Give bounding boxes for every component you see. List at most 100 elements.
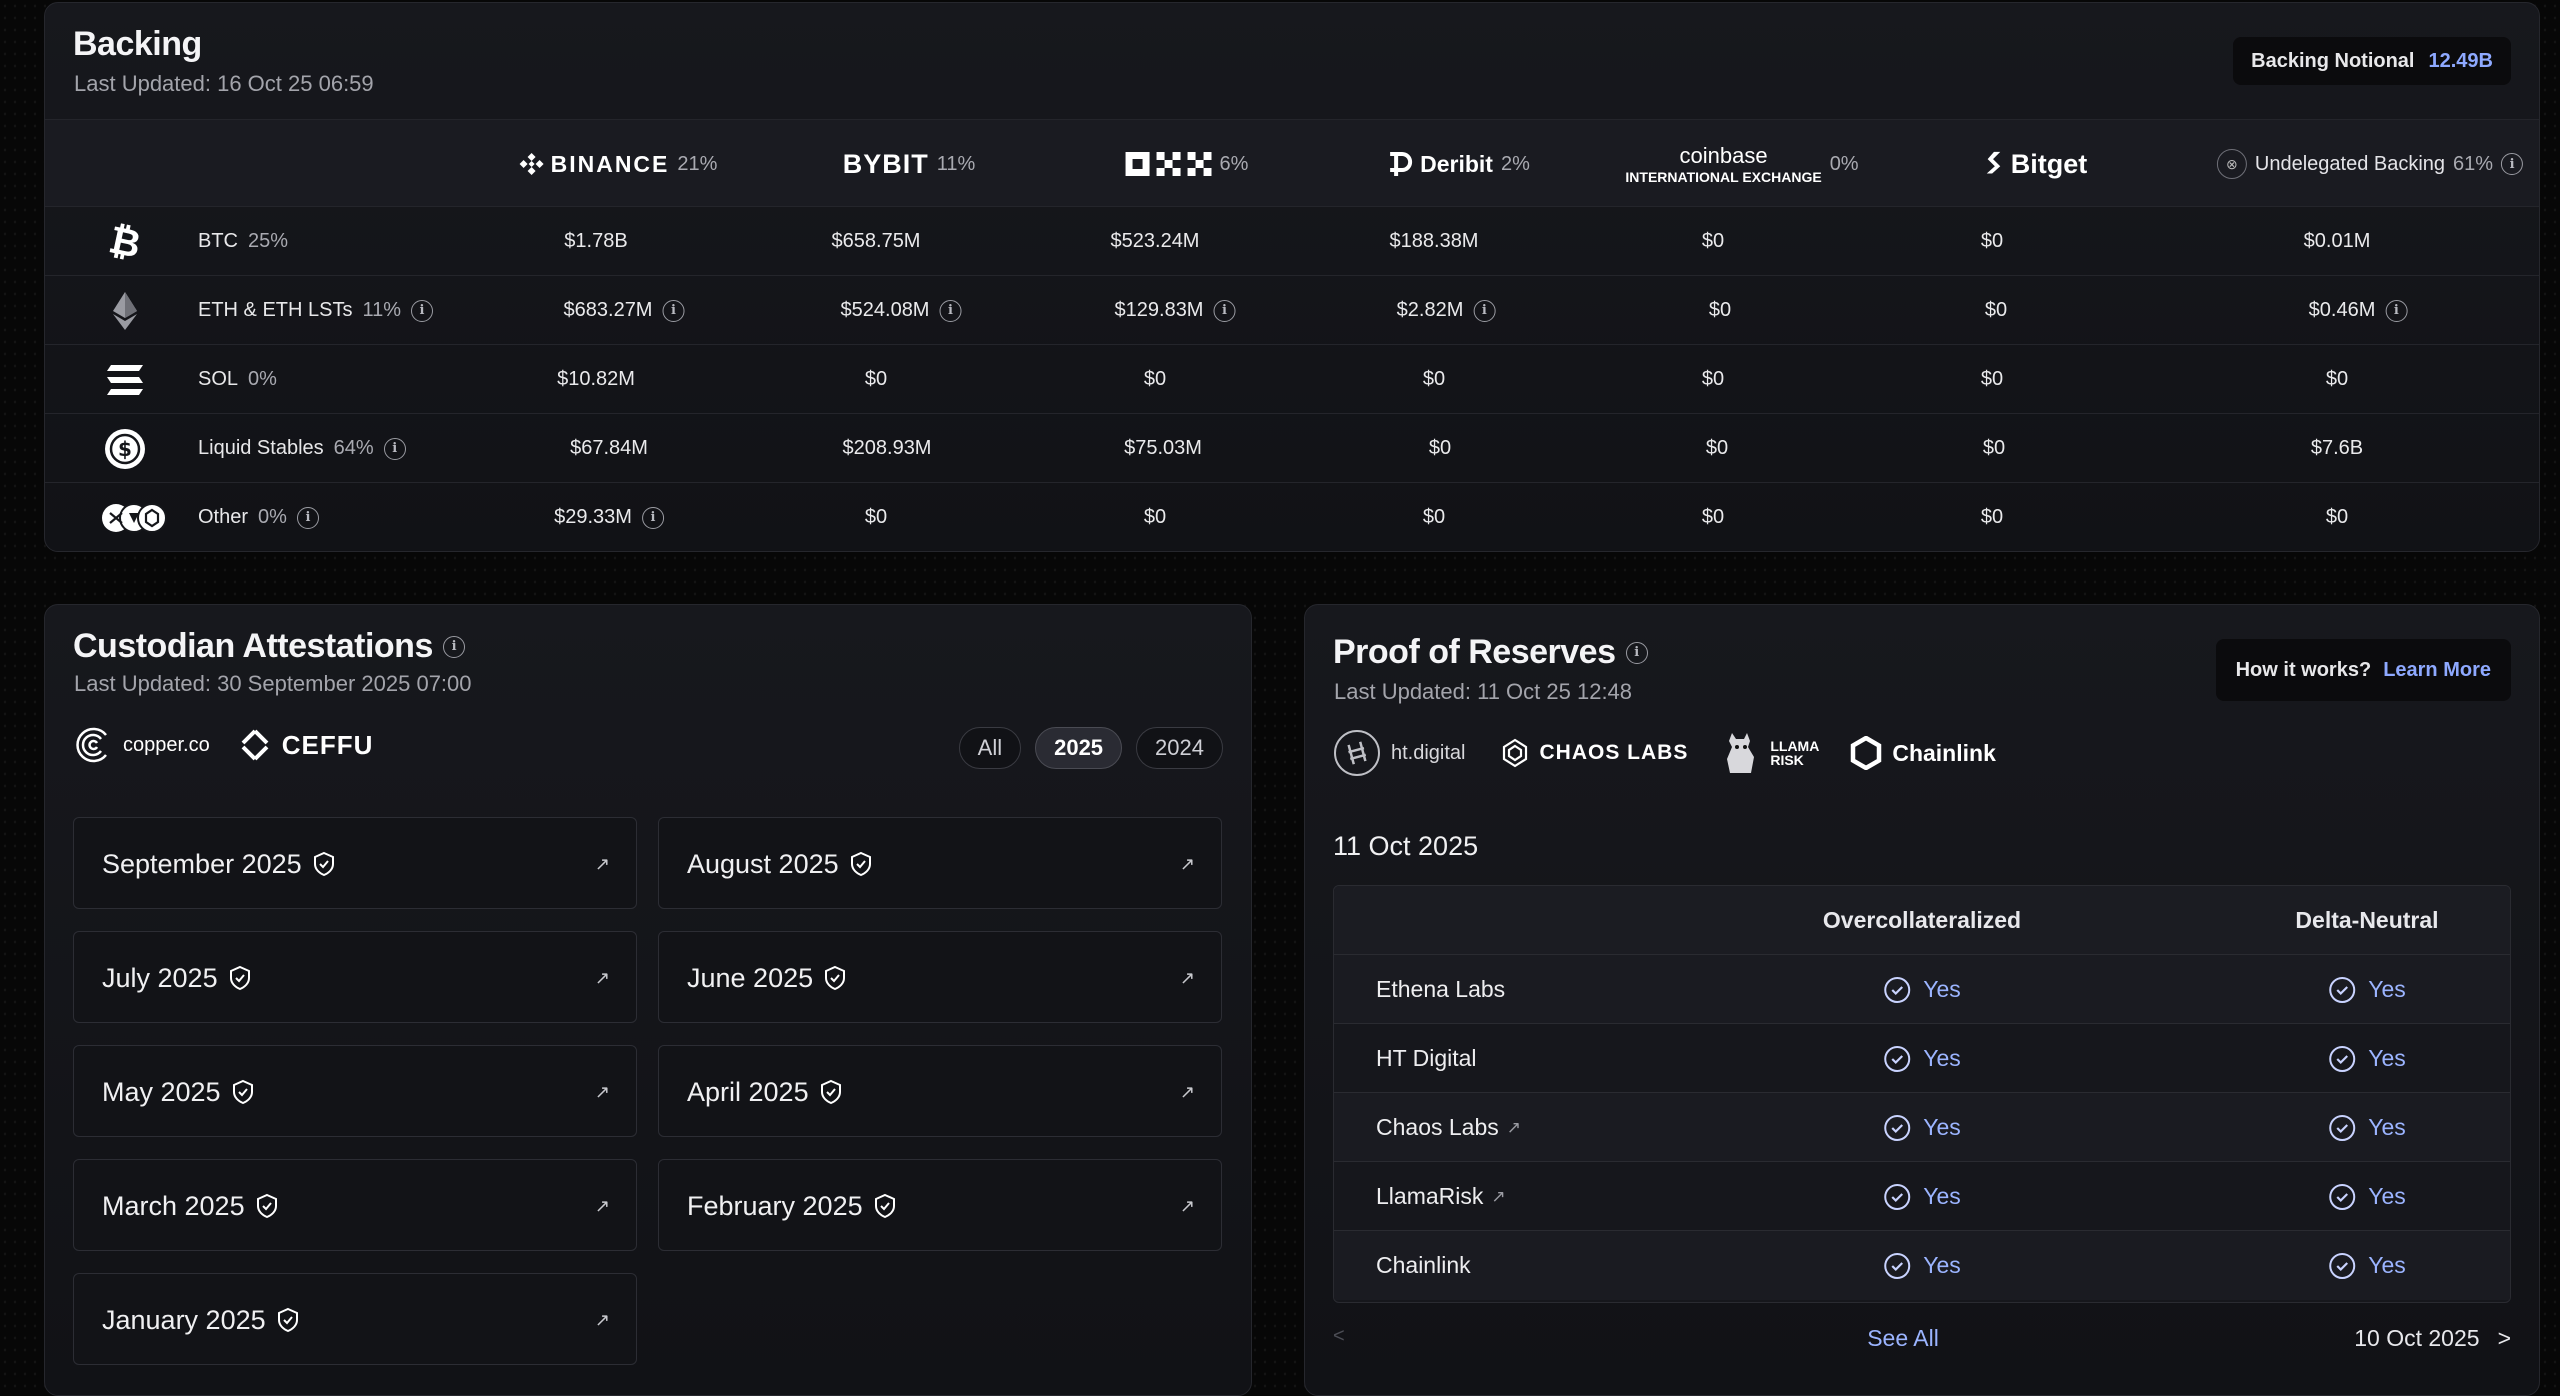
attestation-card[interactable]: August 2025 ↗ [658, 817, 1222, 909]
bybit-share: 11% [936, 152, 976, 175]
chainlink-logo: Chainlink [1850, 736, 1996, 770]
value-cell: $0 [1984, 299, 2008, 321]
provider-name[interactable]: LlamaRisk ↗ [1376, 1162, 1506, 1231]
next-report-button[interactable]: 10 Oct 2025 > [2354, 1325, 2511, 1352]
value-cell: $0.01M [2303, 230, 2371, 252]
llama-icon [1727, 733, 1755, 773]
exchange-deribit: Deribit 2% [1388, 120, 1530, 208]
filter-2024[interactable]: 2024 [1136, 727, 1223, 769]
status-yes: Yes [2328, 955, 2406, 1024]
info-icon[interactable]: i [411, 299, 434, 322]
attestation-card[interactable]: July 2025 ↗ [73, 931, 637, 1023]
attestation-card[interactable]: April 2025 ↗ [658, 1045, 1222, 1137]
info-icon[interactable]: i [939, 299, 962, 322]
external-link-icon: ↗ [594, 1195, 610, 1216]
ceffu-logo: CEFFU [238, 728, 374, 762]
info-icon[interactable]: i [662, 299, 685, 322]
column-header-overcollateralized: Overcollateralized [1822, 907, 2022, 933]
attestation-card[interactable]: May 2025 ↗ [73, 1045, 637, 1137]
check-circle-icon [2329, 1114, 2356, 1141]
external-link-icon: ↗ [594, 1309, 610, 1330]
value-cell: $0 [2325, 368, 2349, 390]
see-all-link[interactable]: See All [1867, 1325, 1939, 1352]
binance-icon [519, 153, 544, 175]
value-cell: $129.83M i [1115, 276, 1236, 345]
value-cell: $10.82M [557, 368, 635, 390]
value-cell: $0 [864, 368, 888, 390]
shield-check-icon [313, 851, 334, 877]
check-circle-icon [1884, 1183, 1911, 1210]
info-icon[interactable]: i [1473, 299, 1496, 322]
por-row: Chainlink Yes Yes [1334, 1231, 2510, 1300]
chaos-labs-logo: CHAOS LABS [1500, 738, 1689, 768]
info-icon[interactable]: i [442, 635, 465, 658]
shield-check-icon [232, 1079, 253, 1105]
attestation-card[interactable]: June 2025 ↗ [658, 931, 1222, 1023]
attestation-card[interactable]: September 2025 ↗ [73, 817, 637, 909]
backing-panel: Backing Last Updated: 16 Oct 25 06:59 Ba… [44, 2, 2540, 552]
custodian-last-updated: Last Updated: 30 September 2025 07:00 [74, 671, 472, 696]
value-cell: $0 [1422, 506, 1446, 528]
filter-all[interactable]: All [958, 727, 1022, 769]
backing-row-sol: SOL 0% $10.82M $0 $0 $0 $0 $0 $0 [45, 345, 2539, 414]
external-link-icon: ↗ [594, 967, 610, 988]
status-yes: Yes [1883, 955, 1961, 1024]
undelegated-share: 61% [2453, 152, 2494, 175]
value-cell: $0 [1705, 437, 1729, 459]
value-cell: $0 [1701, 506, 1725, 528]
backing-table-header: BINANCE 21% BYBIT 11% 6% Deribit 2% coin… [45, 119, 2539, 207]
status-yes: Yes [2328, 1093, 2406, 1162]
coinbase-logo: coinbase INTERNATIONAL EXCHANGE [1625, 142, 1822, 185]
por-title: Proof of Reserves i [1333, 633, 1648, 672]
provider-name[interactable]: Chaos Labs ↗ [1376, 1093, 1521, 1162]
external-link-icon: ↗ [594, 853, 610, 874]
llamarisk-logo: LLAMA RISK [1722, 729, 1819, 777]
info-icon[interactable]: i [296, 506, 319, 529]
status-yes: Yes [1883, 1231, 1961, 1300]
bitcoin-icon: ₿ [103, 220, 147, 264]
value-cell: $524.08M i [841, 276, 962, 345]
deribit-logo: Deribit [1388, 150, 1493, 178]
attestation-card[interactable]: February 2025 ↗ [658, 1159, 1222, 1251]
okx-icon [1125, 152, 1212, 176]
learn-more-link[interactable]: Learn More [2383, 659, 2491, 682]
info-icon[interactable]: i [1625, 641, 1648, 664]
asset-name: ETH & ETH LSTs 11% i [198, 276, 434, 345]
value-cell: $2.82M i [1397, 276, 1496, 345]
value-cell: $0 [1980, 506, 2004, 528]
binance-share: 21% [677, 152, 718, 175]
bitget-icon [1986, 151, 2001, 174]
info-icon[interactable]: i [2385, 299, 2408, 322]
info-icon[interactable]: i [383, 437, 406, 460]
deribit-icon [1390, 152, 1413, 176]
value-cell: $0 [1143, 506, 1167, 528]
external-link-icon: ↗ [1179, 967, 1195, 988]
custodian-attestations-panel: Custodian Attestations i Last Updated: 3… [44, 604, 1252, 1396]
filter-2025[interactable]: 2025 [1035, 727, 1123, 769]
backing-last-updated: Last Updated: 16 Oct 25 06:59 [74, 71, 374, 96]
previous-button[interactable]: < [1333, 1325, 1345, 1348]
info-icon[interactable]: i [2501, 153, 2524, 175]
value-cell: $0 [1701, 230, 1725, 252]
copper-icon [76, 727, 107, 763]
provider-name: Chainlink [1376, 1252, 1471, 1278]
attestation-card[interactable]: January 2025 ↗ [73, 1273, 637, 1365]
backing-notional-badge: Backing Notional 12.49B [2233, 37, 2511, 85]
check-circle-icon [2329, 976, 2356, 1003]
shield-check-icon [874, 1193, 895, 1219]
por-report-date: 11 Oct 2025 [1333, 831, 1479, 861]
coinbase-share: 0% [1829, 152, 1859, 175]
chainlink-icon [1851, 736, 1882, 770]
por-provider-logos: ht.digital CHAOS LABS LLAMA RISK Chainli… [1333, 729, 1996, 777]
custodian-logos: copper.co CEFFU [73, 725, 373, 765]
info-icon[interactable]: i [641, 506, 664, 529]
por-row: Ethena Labs Yes Yes [1334, 955, 2510, 1024]
por-last-updated: Last Updated: 11 Oct 25 12:48 [1334, 679, 1633, 704]
attestation-card[interactable]: March 2025 ↗ [73, 1159, 637, 1251]
ht-digital-logo: ht.digital [1333, 729, 1466, 777]
external-link-icon: ↗ [1179, 853, 1195, 874]
info-icon[interactable]: i [1213, 299, 1236, 322]
por-pagination: < See All 10 Oct 2025 > [1333, 1319, 2511, 1359]
svg-text:₿: ₿ [108, 222, 142, 262]
year-filters: All 2025 2024 [958, 727, 1223, 769]
